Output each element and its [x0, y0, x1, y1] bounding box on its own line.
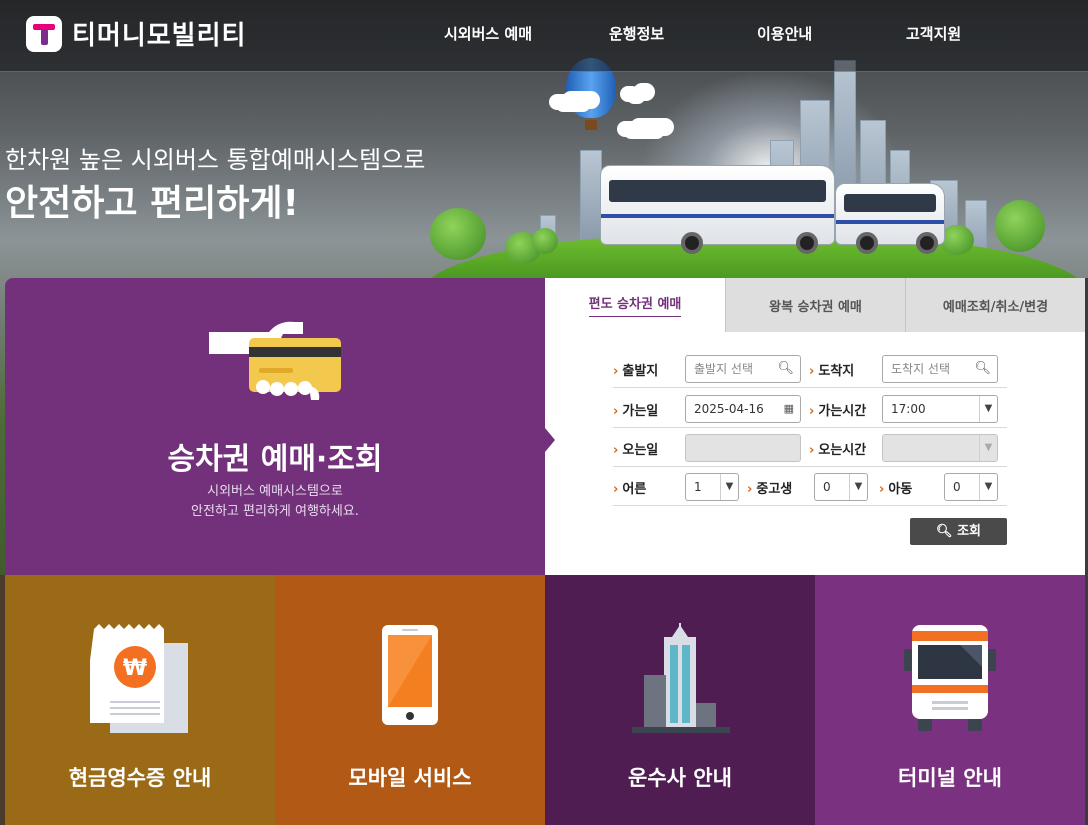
youth-count-value: 0 [823, 480, 831, 494]
booking-panel-description: 시외버스 예매시스템으로 안전하고 편리하게 여행하세요. [5, 482, 545, 522]
youth-count-select[interactable]: 0 ▼ [814, 473, 868, 501]
tile-bus-company-label: 운수사 안내 [628, 766, 732, 790]
panel-arrow-notch [545, 428, 555, 452]
tab-one-way-label: 편도 승차권 예매 [588, 293, 682, 317]
adult-label: 어른 [613, 478, 646, 497]
balloon-basket [585, 120, 597, 130]
arrival-label: 도착지 [809, 360, 854, 379]
tree-icon [430, 208, 486, 260]
search-icon: 🔍︎ [936, 524, 953, 539]
departure-placeholder: 출발지 선택 [694, 362, 754, 376]
chevron-down-icon: ▼ [979, 474, 997, 500]
adult-count-select[interactable]: 1 ▼ [685, 473, 739, 501]
tile-terminal-info[interactable]: 터미널 안내 [815, 575, 1085, 825]
youth-label: 중고생 [747, 478, 792, 497]
tab-round-trip-label: 왕복 승차권 예매 [769, 299, 862, 315]
chevron-down-icon: ▼ [849, 474, 867, 500]
tile-mobile-service-label: 모바일 서비스 [348, 766, 472, 790]
office-building-icon [632, 623, 730, 733]
form-row-passengers: 어른 1 ▼ 중고생 0 ▼ 아동 0 ▼ [613, 467, 1007, 506]
departure-label: 출발지 [613, 360, 658, 379]
tree-icon [995, 200, 1045, 252]
nav-schedule-info[interactable]: 운행정보 [609, 23, 664, 44]
tmoney-logo-icon [26, 15, 62, 52]
search-icon: 🔍︎ [974, 361, 991, 376]
return-time-select[interactable]: ▼ [882, 434, 998, 462]
departure-input[interactable]: 출발지 선택 🔍︎ [685, 355, 801, 383]
booking-desc-line2: 안전하고 편리하게 여행하세요. [191, 504, 359, 519]
booking-form: 편도 승차권 예매 왕복 승차권 예매 예매조회/취소/변경 출발지 출발지 선… [545, 278, 1085, 575]
form-row-return: 오는일 오는시간 ▼ [613, 428, 1007, 467]
child-count-select[interactable]: 0 ▼ [944, 473, 998, 501]
bus-front-icon [904, 625, 996, 731]
tile-bus-company[interactable]: 운수사 안내 [545, 575, 815, 825]
nav-usage-guide[interactable]: 이용안내 [757, 23, 812, 44]
booking-panel-title: 승차권 예매·조회 [167, 442, 383, 477]
go-time-label: 가는시간 [809, 400, 866, 419]
tab-round-trip[interactable]: 왕복 승차권 예매 [725, 278, 905, 332]
tile-cash-receipt-label: 현금영수증 안내 [68, 766, 212, 790]
go-date-input[interactable]: 2025-04-16 ▦ [685, 395, 801, 423]
return-time-label: 오는시간 [809, 439, 866, 458]
arrival-input[interactable]: 도착지 선택 🔍︎ [882, 355, 998, 383]
go-time-value: 17:00 [891, 402, 926, 416]
hero-title: 안전하고 편리하게! [5, 183, 299, 224]
credit-card-hand-icon [209, 321, 341, 400]
search-button[interactable]: 🔍︎ 조회 [910, 518, 1007, 545]
arrival-placeholder: 도착지 선택 [891, 362, 951, 376]
chevron-down-icon: ▼ [720, 474, 738, 500]
svg-text:₩: ₩ [123, 656, 147, 681]
nav-intercity-booking[interactable]: 시외버스 예매 [444, 23, 532, 44]
site-logo[interactable]: 티머니모빌리티 [26, 15, 246, 52]
child-count-value: 0 [953, 480, 961, 494]
form-row-go: 가는일 2025-04-16 ▦ 가는시간 17:00 ▼ [613, 389, 1007, 428]
search-icon: 🔍︎ [777, 361, 794, 376]
tile-cash-receipt[interactable]: ₩ 현금영수증 안내 [5, 575, 275, 825]
cloud-icon [624, 125, 664, 139]
tab-one-way[interactable]: 편도 승차권 예매 [545, 278, 725, 332]
go-date-value: 2025-04-16 [694, 402, 764, 416]
cloud-icon [627, 90, 645, 104]
tree-icon [940, 225, 974, 255]
chevron-down-icon: ▼ [979, 396, 997, 422]
booking-desc-line1: 시외버스 예매시스템으로 [207, 484, 343, 499]
booking-tabs: 편도 승차권 예매 왕복 승차권 예매 예매조회/취소/변경 [545, 278, 1085, 332]
bus-illustration [835, 183, 945, 254]
cloud-icon [556, 98, 590, 112]
tile-mobile-service[interactable]: 모바일 서비스 [275, 575, 545, 825]
hero-subtitle: 한차원 높은 시외버스 통합예매시스템으로 [5, 146, 426, 174]
tab-lookup-cancel-change[interactable]: 예매조회/취소/변경 [905, 278, 1085, 332]
tab-lookup-label: 예매조회/취소/변경 [942, 299, 1049, 315]
logo-text: 티머니모빌리티 [72, 21, 247, 51]
return-date-input[interactable] [685, 434, 801, 462]
ticket-booking-panel: 승차권 예매·조회 시외버스 예매시스템으로 안전하고 편리하게 여행하세요. [5, 278, 545, 575]
form-row-route: 출발지 출발지 선택 🔍︎ 도착지 도착지 선택 🔍︎ [613, 349, 1007, 388]
tree-icon [532, 228, 558, 254]
nav-customer-support[interactable]: 고객지원 [906, 23, 961, 44]
return-date-label: 오는일 [613, 439, 658, 458]
tile-terminal-info-label: 터미널 안내 [898, 766, 1002, 790]
chevron-down-icon: ▼ [979, 435, 997, 461]
top-header: 티머니모빌리티 시외버스 예매 운행정보 이용안내 고객지원 [0, 0, 1088, 72]
mobile-phone-icon [382, 625, 438, 725]
calendar-icon: ▦ [783, 402, 794, 415]
receipt-won-icon: ₩ [90, 624, 188, 733]
go-date-label: 가는일 [613, 400, 658, 419]
adult-count-value: 1 [694, 480, 702, 494]
go-time-select[interactable]: 17:00 ▼ [882, 395, 998, 423]
search-button-label: 조회 [957, 524, 981, 539]
child-label: 아동 [879, 478, 912, 497]
bus-illustration [600, 165, 835, 254]
